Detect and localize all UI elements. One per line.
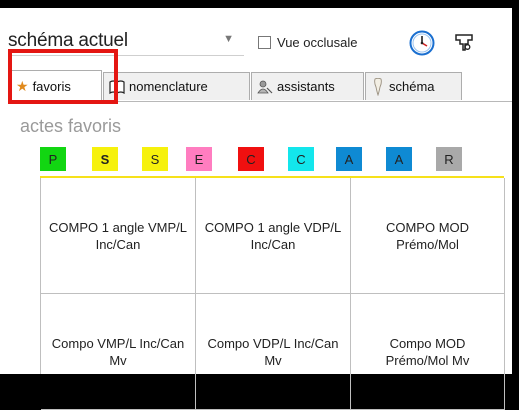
tab-assistants[interactable]: assistants [251,72,364,100]
category-chip-a[interactable]: A [336,147,362,171]
tooth-tool-icon[interactable] [452,30,476,54]
tab-label: nomenclature [129,79,208,94]
chip-label: R [444,151,454,167]
favorite-act-label: COMPO MOD Prémo/Mol [385,219,470,252]
vue-occlusale-toggle[interactable]: Vue occlusale [258,35,357,50]
category-chip-r[interactable]: R [436,147,462,171]
category-chip-s[interactable]: S [142,147,168,171]
chevron-down-icon[interactable]: ▼ [223,33,234,45]
favorite-act-label: Compo VDP/L Inc/Can Mv [207,335,339,368]
category-chip-p[interactable]: P [40,147,66,171]
chip-label: S [100,151,110,167]
chip-label: A [344,151,354,167]
chip-label: C [296,151,306,167]
favorite-act-label: COMPO 1 angle VDP/L Inc/Can [204,219,342,252]
favorite-act-label: COMPO 1 angle VMP/L Inc/Can [49,219,187,252]
tab-label: assistants [277,79,335,94]
tooth-icon [374,77,382,96]
vue-occlusale-label: Vue occlusale [277,35,358,50]
favorite-act-label: Compo VMP/L Inc/Can Mv [51,335,185,368]
favorite-act-button[interactable]: COMPO MOD Prémo/Mol [351,178,505,294]
favorite-act-button[interactable]: Compo VDP/L Inc/Can Mv [196,294,351,410]
section-title: actes favoris [20,116,122,136]
chip-label: E [194,151,204,167]
category-chip-a-2[interactable]: A [386,147,412,171]
tab-schema[interactable]: schéma [365,72,462,100]
tab-nomenclature[interactable]: nomenclature [103,72,250,100]
favorite-act-button[interactable]: COMPO 1 angle VDP/L Inc/Can [196,178,351,294]
active-tab-highlight [8,49,118,104]
wizard-icon [257,80,273,93]
clock-icon[interactable] [409,30,435,56]
favorite-act-button[interactable]: Compo MOD Prémo/Mol Mv [351,294,505,410]
vue-occlusale-checkbox[interactable] [258,36,271,49]
tab-label: schéma [389,79,435,94]
favorite-act-label: Compo MOD Prémo/Mol Mv [385,335,470,368]
chip-label: A [394,151,404,167]
favorite-act-button[interactable]: COMPO 1 angle VMP/L Inc/Can [41,178,196,294]
category-chip-c-red[interactable]: C [238,147,264,171]
chip-label: C [246,151,256,167]
category-chip-c-cyan[interactable]: C [288,147,314,171]
chip-label: S [150,151,160,167]
category-chip-e[interactable]: E [186,147,212,171]
favorites-grid: COMPO 1 angle VMP/L Inc/Can COMPO 1 angl… [40,178,505,410]
chip-label: P [48,151,58,167]
category-chip-s-bold[interactable]: S [92,147,118,171]
favorite-act-button[interactable]: Compo VMP/L Inc/Can Mv [41,294,196,410]
